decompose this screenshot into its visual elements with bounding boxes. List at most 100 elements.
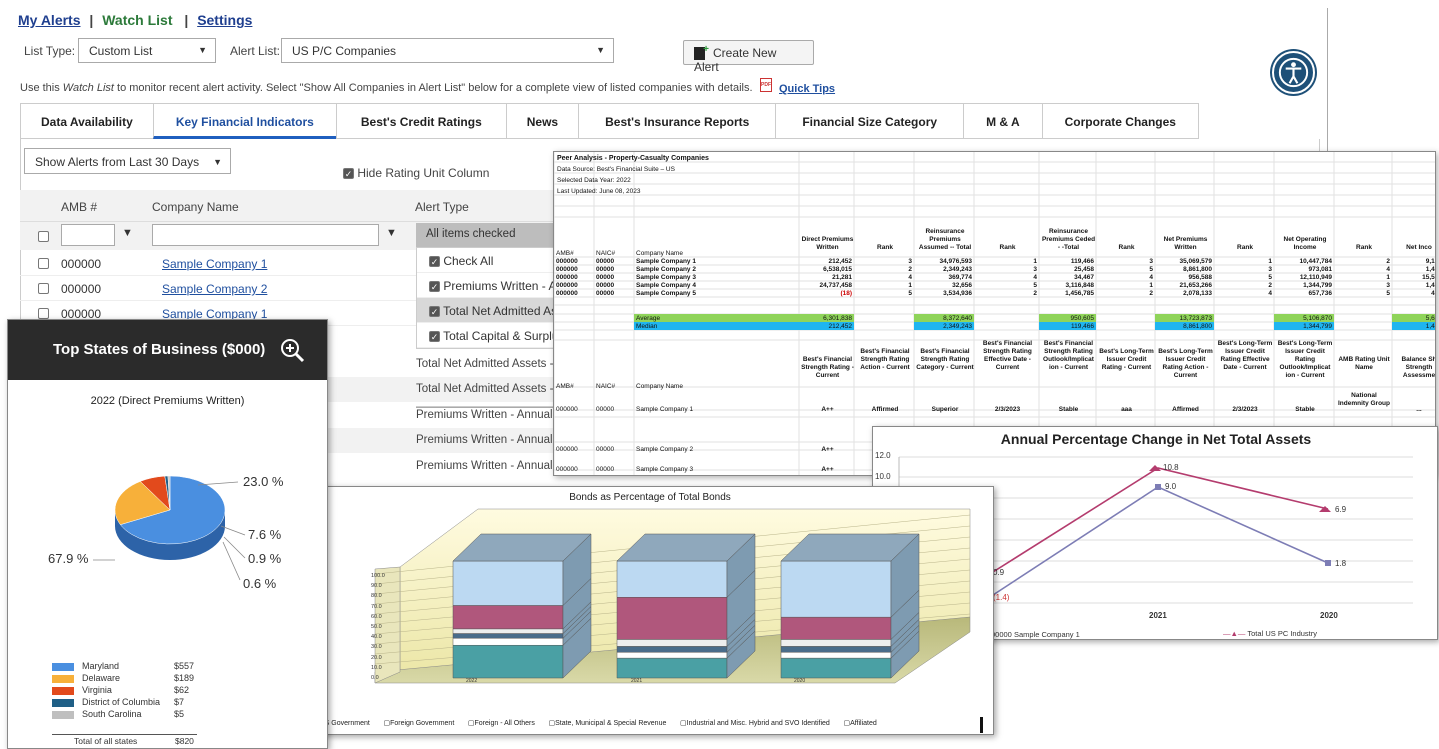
funnel-icon[interactable]: ▼ [386, 227, 397, 239]
sheet-cell: 000000 [556, 266, 578, 273]
create-new-alert-button[interactable]: + Create New Alert [683, 40, 814, 74]
sheet-cell: 119,466 [1070, 258, 1094, 265]
nav-separator: | [184, 12, 189, 28]
sheet-cell: 1 [908, 282, 912, 289]
sheet-cell: 00000 [596, 446, 615, 453]
legend-divider [52, 734, 197, 735]
dropdown-item[interactable]: ✓ Premiums Written - An [417, 273, 555, 298]
data-label: 10.8 [1163, 463, 1179, 472]
sheet-header: Best's Long-Term Issuer Credit Rating Ou… [1277, 340, 1333, 379]
sheet-header: Direct Premiums Written [801, 236, 854, 251]
sheet-average-cell: 13,723,873 [1179, 315, 1212, 322]
sheet-cell: Superior [931, 406, 959, 413]
sheet-cell: Sample Company 2 [636, 446, 694, 453]
sheet-cell: Sample Company 5 [636, 290, 696, 297]
legend-scrollbar[interactable] [980, 717, 983, 733]
sheet-cell: 000000 [556, 290, 578, 297]
sheet-median-cell: 119,466 [1070, 323, 1094, 330]
bar-segment [780, 639, 892, 647]
tab-corporate-changes[interactable]: Corporate Changes [1041, 103, 1199, 139]
sheet-cell: 4 [1033, 274, 1037, 281]
sheet-cell: 000000 [556, 274, 578, 281]
alert-list-select[interactable]: US P/C Companies ▼ [281, 38, 614, 63]
sheet-header: AMB Rating Unit Name [1338, 356, 1390, 371]
sheet-header: Best's Long-Term Issuer Credit Rating Ac… [1158, 348, 1213, 379]
sheet-average-cell: 5,615 [1425, 315, 1435, 322]
chevron-down-icon: ▼ [596, 45, 605, 55]
dropdown-item[interactable]: ✓ Total Net Admitted Ass [417, 298, 555, 323]
sheet-cell: 00000 [596, 290, 615, 297]
table-body-filler [328, 352, 416, 480]
settings-link[interactable]: Settings [197, 12, 252, 28]
sheet-cell: 21,653,266 [1179, 282, 1212, 289]
company-link[interactable]: Sample Company 1 [162, 257, 267, 271]
amb-filter-input[interactable] [61, 224, 115, 246]
checkbox-checked[interactable]: ✓ [343, 168, 354, 180]
pie-label: 7.6 % [248, 527, 282, 542]
tab-financial-size-category[interactable]: Financial Size Category [775, 103, 965, 139]
row-checkbox[interactable] [38, 258, 49, 269]
sheet-cell: 1,456,785 [1065, 290, 1094, 297]
sheet-cell: 000000 [556, 282, 578, 289]
hide-rating-option[interactable]: ✓ Hide Rating Unit Column [343, 166, 489, 180]
pie-subtitle: 2022 (Direct Premiums Written) [90, 395, 245, 407]
sheet-cell: Sample Company 1 [636, 406, 694, 413]
tab-credit-ratings[interactable]: Best's Credit Ratings [335, 103, 507, 139]
legend-item: ▢State, Municipal & Special Revenue [548, 720, 667, 727]
dropdown-item[interactable]: ✓ Total Capital & Surplus [417, 323, 555, 348]
tab-data-availability[interactable]: Data Availability [20, 103, 154, 139]
legend-value: $189 [174, 673, 195, 683]
sheet-cell: Sample Company 2 [636, 266, 696, 273]
dropdown-item[interactable]: ✓ Check All [417, 248, 555, 273]
y-tick: 60.0 [371, 613, 382, 620]
y-tick: 90.0 [371, 583, 382, 590]
watch-list-link[interactable]: Watch List [102, 12, 172, 28]
zoom-in-icon[interactable] [278, 336, 306, 364]
select-all-checkbox[interactable] [38, 231, 49, 242]
y-tick: 10.0 [875, 472, 891, 481]
sheet-cell: 34,976,593 [939, 258, 972, 265]
quick-tips-link[interactable]: Quick Tips [779, 83, 835, 95]
tab-key-financial-indicators[interactable]: Key Financial Indicators [152, 103, 337, 139]
row-checkbox[interactable] [38, 308, 49, 319]
y-tick: 40.0 [371, 634, 382, 641]
tab-m-and-a[interactable]: M & A [963, 103, 1043, 139]
company-filter-input[interactable] [152, 224, 379, 246]
sheet-header: AMB# [556, 250, 574, 257]
funnel-icon[interactable]: ▼ [122, 227, 133, 239]
row-checkbox[interactable] [38, 283, 49, 294]
tab-insurance-reports[interactable]: Best's Insurance Reports [578, 103, 777, 139]
sheet-header: Net Premiums Written [1163, 236, 1208, 251]
sheet-header: Best's Long-Term Issuer Credit Rating Ef… [1217, 340, 1273, 371]
sheet-cell: Stable [1058, 406, 1079, 413]
sheet-cell: (18) [840, 290, 852, 297]
sheet-cell: 9,184 [1425, 258, 1435, 265]
tab-news[interactable]: News [505, 103, 580, 139]
sheet-median-cell: 1,436 [1425, 323, 1435, 330]
legend-item: ▢Affiliated [843, 720, 877, 727]
sheet-cell: 5 [1033, 282, 1037, 289]
pdf-icon: PDF [760, 78, 772, 92]
legend-swatch [52, 711, 74, 719]
sheet-cell: Sample Company 1 [636, 258, 696, 265]
alert-type-filter[interactable]: All items checked [416, 223, 556, 247]
show-alerts-select[interactable]: Show Alerts from Last 30 Days ▼ [24, 148, 231, 174]
sheet-cell: 2 [1033, 290, 1037, 297]
pie-label: 23.0 % [243, 474, 284, 489]
sheet-header: Company Name [636, 250, 683, 257]
sheet-cell: Sample Company 4 [636, 282, 696, 289]
sheet-header: NAIC# [596, 250, 616, 257]
company-link[interactable]: Sample Company 2 [162, 282, 267, 296]
sheet-average-cell: 5,106,870 [1303, 315, 1332, 322]
list-type-select[interactable]: Custom List ▼ [78, 38, 216, 63]
legend-state: Maryland [82, 661, 120, 671]
bar-segment [616, 597, 728, 640]
legend-value: $7 [174, 697, 185, 707]
sheet-average-cell: 6,301,838 [823, 315, 852, 322]
my-alerts-link[interactable]: My Alerts [18, 12, 81, 28]
bar-segment [780, 652, 892, 659]
sheet-cell: 3 [1033, 266, 1037, 273]
sheet-cell: 956,588 [1188, 274, 1213, 281]
accessibility-icon[interactable] [1272, 51, 1315, 94]
pie-label: 0.6 % [243, 576, 277, 591]
